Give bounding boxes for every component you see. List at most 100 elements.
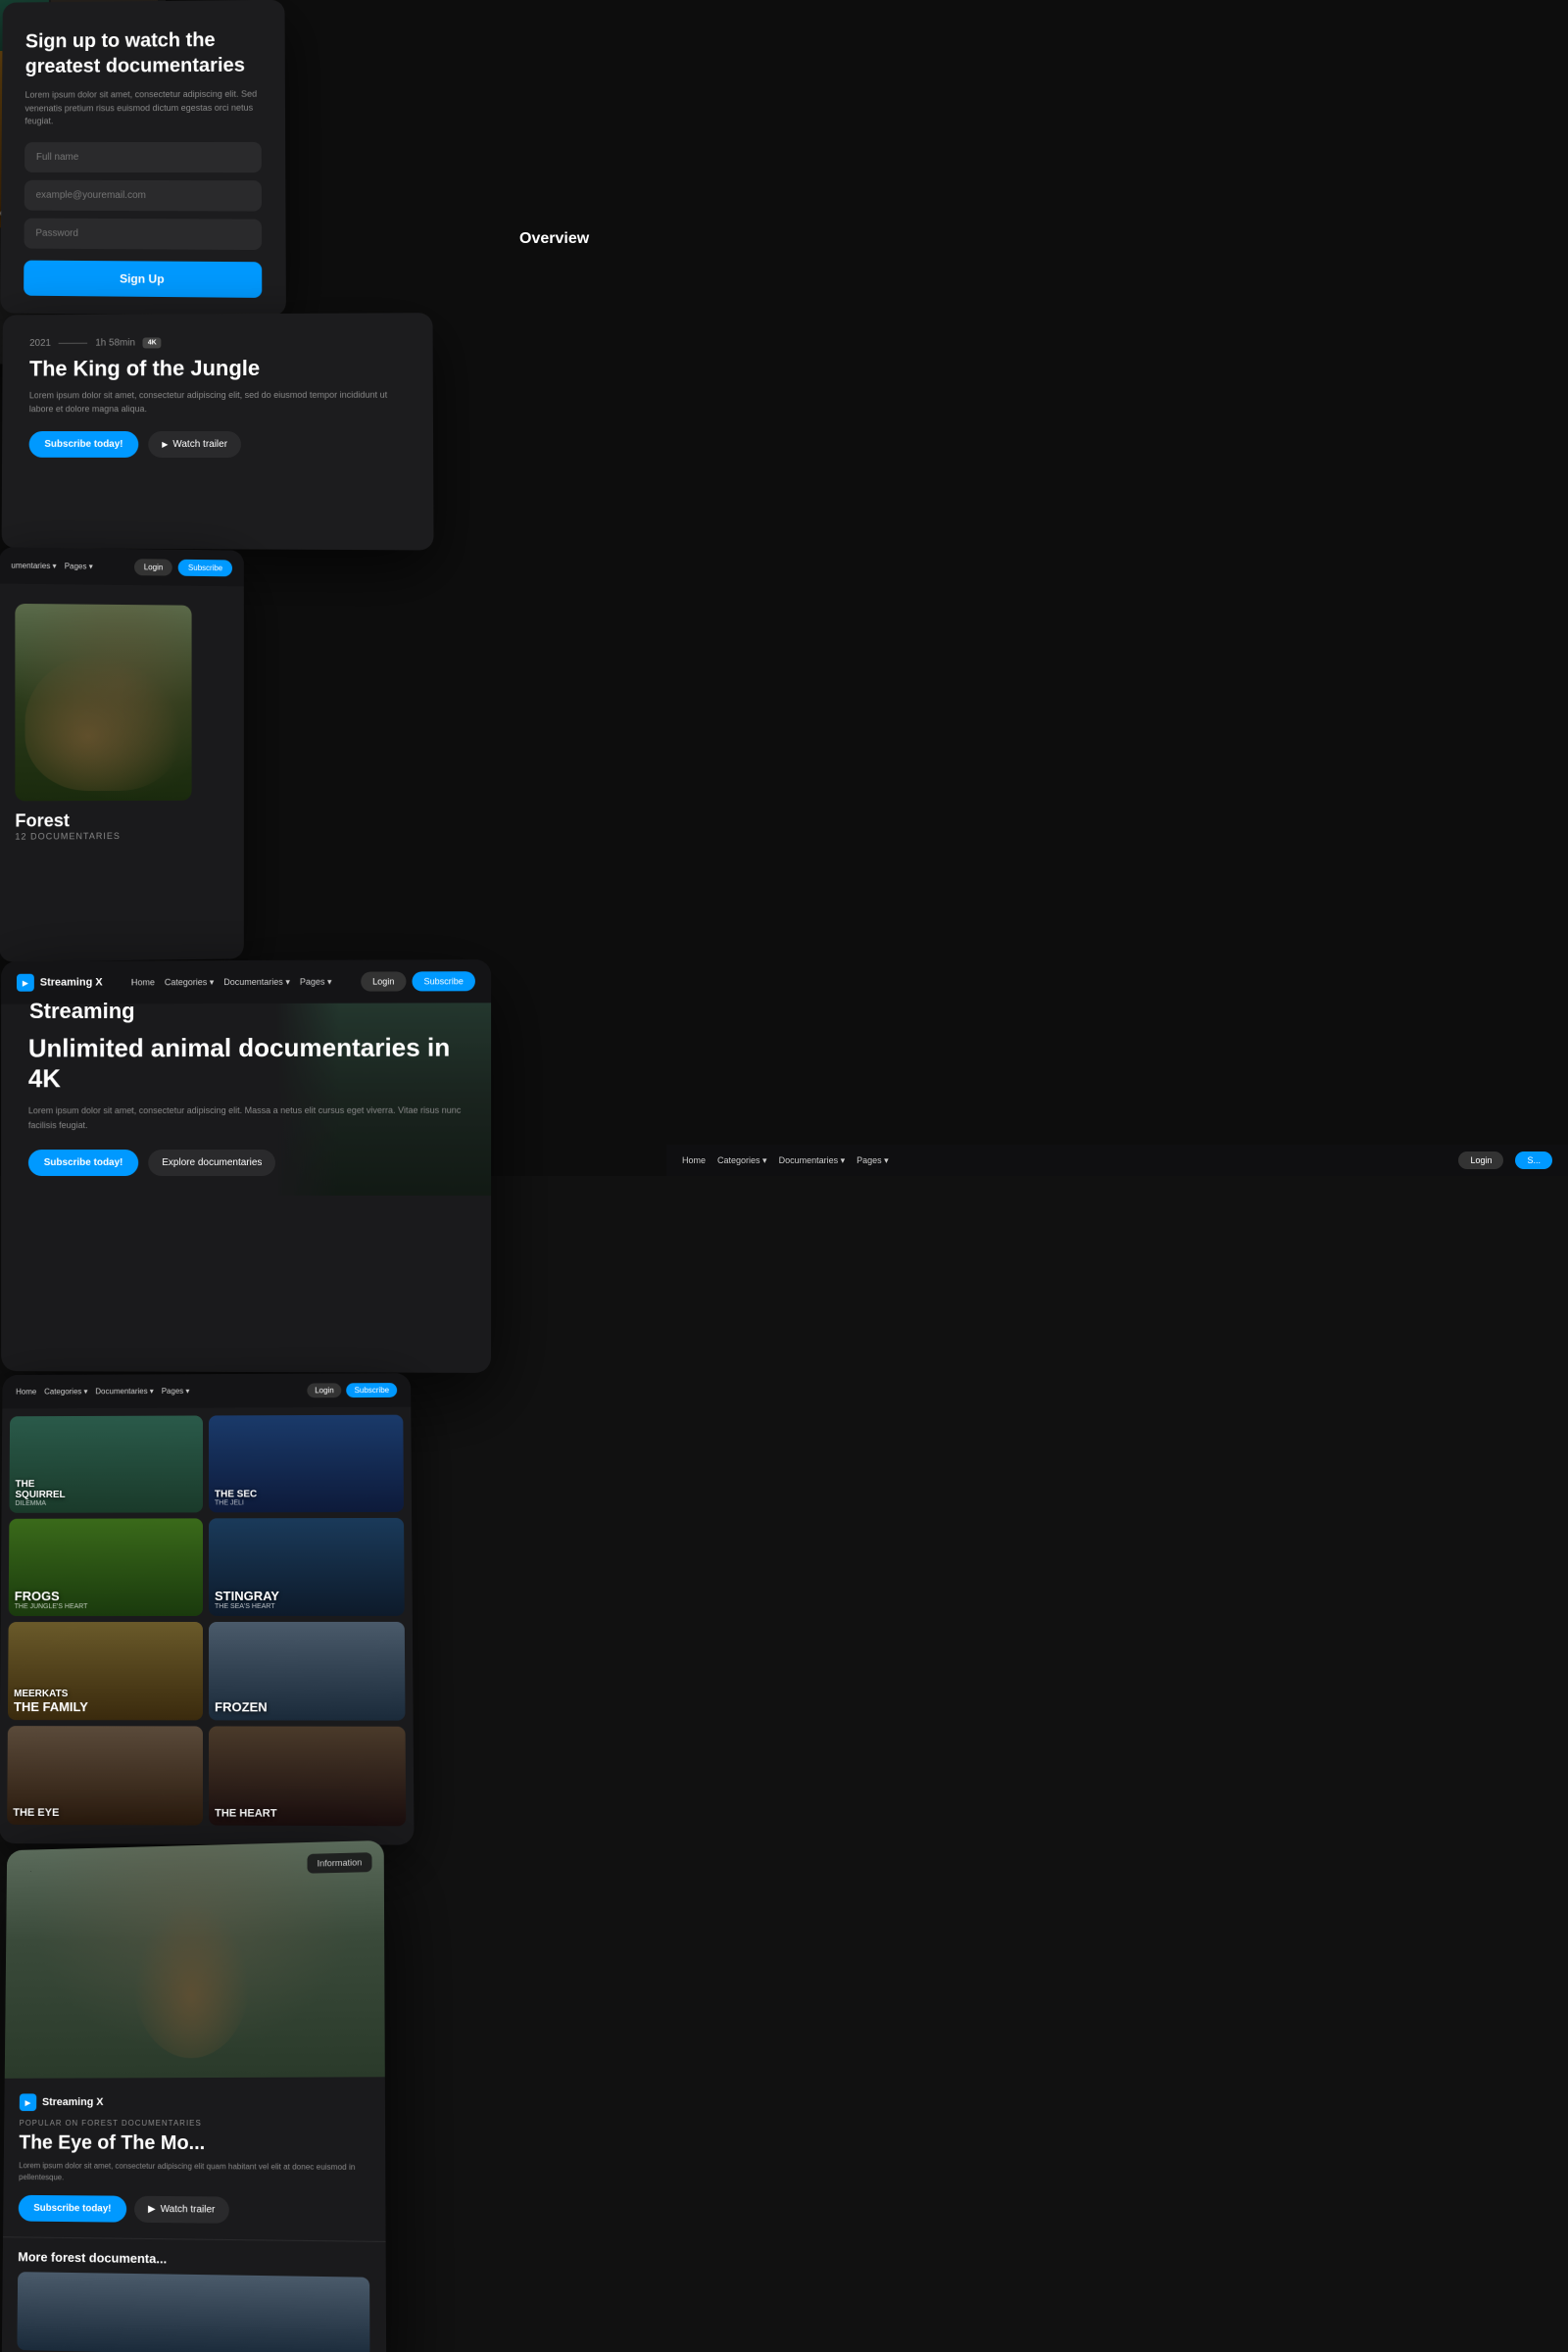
left-nav-login-button[interactable]: Login: [134, 559, 172, 575]
doc-thumb-heart-label: THE HEART: [215, 1807, 277, 1819]
meta-divider: [59, 343, 88, 344]
nav-home[interactable]: Home: [131, 977, 155, 987]
doc-grid-nav: Home Categories ▾ Documentaries ▾ Pages …: [2, 1373, 411, 1408]
categories-left-card: umentaries ▾ Pages ▾ Login Subscribe For…: [0, 547, 244, 961]
doc-thumb-frozen-label: FROZEN: [215, 1700, 268, 1714]
forest-category-label: Forest: [15, 810, 228, 832]
grid-nav-login[interactable]: Login: [307, 1383, 342, 1397]
doc-thumb-heart[interactable]: THE HEART: [209, 1726, 406, 1826]
hero-body: Unlimited animal documentaries in 4K Lor…: [1, 1003, 491, 1196]
sx-trailer-btn[interactable]: ▶ Watch trailer: [134, 2196, 228, 2224]
sx-logo-text: Streaming X: [42, 2096, 104, 2108]
watch-trailer-button[interactable]: ▶ Watch trailer: [148, 431, 241, 458]
info-badge: Information: [307, 1852, 371, 1874]
signup-password-input[interactable]: [24, 218, 262, 249]
doc-thumb-frogs[interactable]: FROGS THE JUNGLE'S HEART: [9, 1518, 203, 1616]
movie-title: The King of the Jungle: [29, 355, 405, 381]
doc-thumb-squirrel[interactable]: THESQUIRREL DILEMMA: [9, 1415, 203, 1512]
streaming-x-right-card: Information Streaming X POPULAR ON FORES…: [1, 1840, 386, 2352]
movie-duration: 1h 58min: [95, 338, 135, 349]
grid-nav-categories[interactable]: Categories ▾: [44, 1387, 87, 1396]
left-content: Forest 12 DOCUMENTARIES: [0, 584, 244, 861]
movie-description: Lorem ipsum dolor sit amet, consectetur …: [29, 389, 406, 416]
hero-nav-links: Home Categories ▾ Documentaries ▾ Pages …: [131, 976, 332, 988]
movie-meta-row: 2021 1h 58min 4K: [29, 336, 405, 348]
hero-title: Unlimited animal documentaries in 4K: [28, 1032, 464, 1094]
doc-thumb-eye-label: THE EYE: [13, 1807, 59, 1819]
overview-section-label: Overview: [519, 230, 589, 248]
documentary-grid-card: Home Categories ▾ Documentaries ▾ Pages …: [0, 1373, 415, 1845]
movie-detail-card: 2021 1h 58min 4K The King of the Jungle …: [2, 313, 434, 550]
hero-navigation: Streaming X Home Categories ▾ Documentar…: [1, 959, 491, 1004]
doc-thumb-stingray-label: STINGRAY THE SEA'S HEART: [215, 1590, 279, 1610]
hero-content: Unlimited animal documentaries in 4K Lor…: [1, 1003, 491, 1196]
signup-heading: Sign up to watch the greatest documentar…: [25, 27, 262, 79]
doc-thumb-meerkats-label: MEERKATS THE FAMILY: [14, 1689, 88, 1714]
doc-thumb-jelly-label: THE SEC THE JELI: [215, 1489, 257, 1506]
doc-thumb-frozen[interactable]: FROZEN: [209, 1622, 406, 1721]
logo-text: Streaming X: [40, 976, 103, 988]
signup-card: Sign up to watch the greatest documentar…: [0, 0, 286, 317]
grid-nav-documentaries[interactable]: Documentaries ▾: [95, 1387, 153, 1396]
logo-icon: [17, 974, 34, 992]
bnav-categories[interactable]: Categories ▾: [717, 1155, 767, 1166]
signup-button[interactable]: Sign Up: [24, 260, 262, 297]
movie-quality-badge: 4K: [143, 337, 162, 348]
documentary-grid: THESQUIRREL DILEMMA THE SEC THE JELI FRO…: [0, 1407, 414, 1835]
signup-email-input[interactable]: [24, 179, 262, 211]
sx-subscribe-btn[interactable]: Subscribe today!: [19, 2195, 127, 2223]
trailer-label: Watch trailer: [172, 439, 227, 450]
doc-thumb-jelly[interactable]: THE SEC THE JELI: [209, 1415, 404, 1513]
nav-documentaries[interactable]: Documentaries ▾: [223, 976, 290, 987]
hero-auth-buttons: Login Subscribe: [361, 971, 475, 991]
sx-logo-icon: [20, 2093, 37, 2111]
doc-thumb-label: THESQUIRREL DILEMMA: [15, 1479, 65, 1507]
signup-description: Lorem ipsum dolor sit amet, consectetur …: [24, 88, 261, 128]
left-nav-pages[interactable]: Pages ▾: [65, 562, 93, 570]
left-nav-subscribe-button[interactable]: Subscribe: [178, 560, 232, 577]
forest-doc-count: 12 DOCUMENTARIES: [15, 830, 228, 841]
sx-action-buttons: Subscribe today! ▶ Watch trailer: [19, 2195, 369, 2225]
hero-explore-btn[interactable]: Explore documentaries: [148, 1150, 275, 1176]
grid-nav-pages[interactable]: Pages ▾: [162, 1387, 190, 1396]
bnav-documentaries[interactable]: Documentaries ▾: [779, 1155, 846, 1166]
bottom-navigation: Home Categories ▾ Documentaries ▾ Pages …: [666, 1145, 1568, 1176]
doc-thumb-stingray[interactable]: STINGRAY THE SEA'S HEART: [209, 1518, 405, 1616]
sx-more-title: More forest documenta...: [18, 2249, 369, 2269]
hero-logo: Streaming X: [17, 974, 103, 992]
info-badge-text: Information: [318, 1857, 363, 1868]
hero-action-buttons: Subscribe today! Explore documentaries: [28, 1150, 464, 1176]
deer-image-area: Information: [5, 1840, 385, 2079]
streaming-bottom-label: Streaming: [29, 999, 135, 1024]
hero-subscribe-button[interactable]: Subscribe: [412, 971, 474, 991]
movie-year: 2021: [29, 338, 51, 349]
bottom-login-button[interactable]: Login: [1458, 1152, 1503, 1169]
doc-thumb-frogs-label: FROGS THE JUNGLE'S HEART: [15, 1590, 88, 1610]
subscribe-today-button[interactable]: Subscribe today!: [29, 431, 139, 458]
doc-thumb-eye[interactable]: THE EYE: [7, 1726, 203, 1825]
bnav-pages[interactable]: Pages ▾: [857, 1155, 889, 1166]
sx-more-section: More forest documenta...: [2, 2236, 386, 2352]
sx-popular-tag: POPULAR ON FOREST DOCUMENTARIES: [20, 2119, 369, 2128]
play-icon: ▶: [162, 440, 168, 449]
hero-login-button[interactable]: Login: [361, 971, 406, 991]
sx-more-thumbnail[interactable]: [17, 2272, 369, 2352]
bottom-subscribe-button[interactable]: S...: [1515, 1152, 1552, 1169]
streaming-x-content: Streaming X POPULAR ON FOREST DOCUMENTAR…: [3, 2077, 386, 2241]
left-nav-documentaries[interactable]: umentaries ▾: [11, 562, 56, 571]
hero-subscribe-btn[interactable]: Subscribe today!: [28, 1150, 138, 1176]
bnav-home[interactable]: Home: [682, 1155, 706, 1165]
nav-pages[interactable]: Pages ▾: [300, 976, 332, 987]
hero-description: Lorem ipsum dolor sit amet, consectetur …: [28, 1103, 464, 1132]
signup-fullname-input[interactable]: [24, 141, 262, 172]
nav-categories[interactable]: Categories ▾: [165, 977, 214, 988]
sx-play-icon: ▶: [148, 2204, 156, 2215]
sx-title: The Eye of The Mo...: [19, 2132, 368, 2156]
sx-logo-row: Streaming X: [20, 2093, 369, 2111]
sx-description: Lorem ipsum dolor sit amet, consectetur …: [19, 2160, 369, 2185]
bear-image: [15, 604, 191, 801]
movie-action-buttons: Subscribe today! ▶ Watch trailer: [29, 431, 406, 458]
doc-thumb-meerkats[interactable]: MEERKATS THE FAMILY: [8, 1622, 203, 1720]
grid-nav-home[interactable]: Home: [16, 1388, 36, 1396]
grid-nav-subscribe[interactable]: Subscribe: [347, 1383, 398, 1397]
